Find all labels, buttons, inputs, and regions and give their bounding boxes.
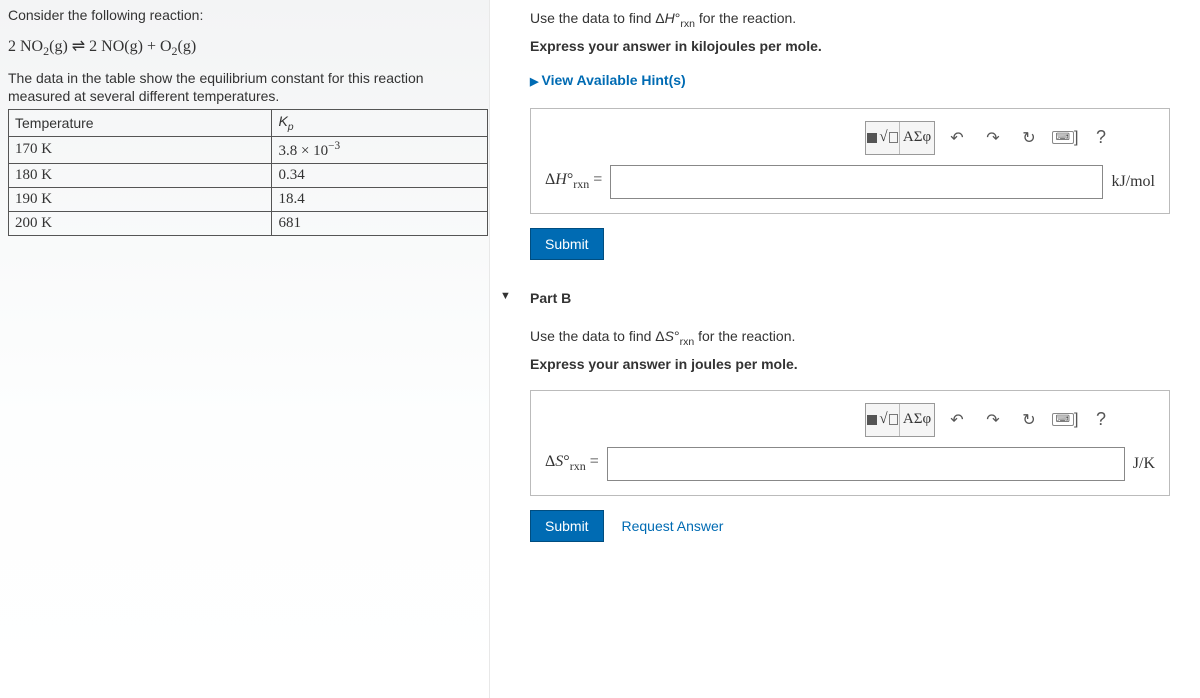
delta-s-input[interactable] bbox=[607, 447, 1125, 481]
table-row: 200 K681 bbox=[9, 211, 488, 235]
part-a-content: Use the data to find ΔH°rxn for the reac… bbox=[500, 0, 1190, 280]
collapse-icon[interactable]: ▼ bbox=[500, 290, 511, 302]
table-header-temperature: Temperature bbox=[9, 110, 272, 137]
answer-label-ds: ΔS°rxn = bbox=[545, 453, 599, 474]
redo-icon[interactable]: ↷ bbox=[979, 124, 1007, 152]
part-b-header[interactable]: ▼ Part B bbox=[500, 280, 1190, 310]
part-a-answer-box: √ ΑΣφ ↶ ↷ ↻ ⌨ ] ? ΔH°rxn = kJ/mol bbox=[530, 108, 1170, 214]
answer-input-row-b: ΔS°rxn = J/K bbox=[545, 447, 1155, 481]
part-b-content: Use the data to find ΔS°rxn for the reac… bbox=[500, 310, 1190, 562]
table-row: 180 K0.34 bbox=[9, 163, 488, 187]
answer-panel: Use the data to find ΔH°rxn for the reac… bbox=[490, 0, 1200, 698]
templates-button[interactable]: √ bbox=[866, 122, 900, 154]
table-header-kp: Kp bbox=[272, 110, 488, 137]
part-b-instruction-2: Express your answer in joules per mole. bbox=[530, 356, 1170, 372]
formula-toolbar: √ ΑΣφ ↶ ↷ ↻ ⌨ ] ? bbox=[545, 121, 1115, 155]
reaction-equation: 2 NO2(g) ⇌ 2 NO(g) + O2(g) bbox=[8, 36, 481, 59]
answer-label-dh: ΔH°rxn = bbox=[545, 171, 602, 192]
undo-icon[interactable]: ↶ bbox=[943, 124, 971, 152]
reset-icon[interactable]: ↻ bbox=[1015, 124, 1043, 152]
templates-button-b[interactable]: √ bbox=[866, 404, 900, 436]
formula-toolbar-b: √ ΑΣφ ↶ ↷ ↻ ⌨ ] ? bbox=[545, 403, 1115, 437]
part-b-instruction-1: Use the data to find ΔS°rxn for the reac… bbox=[530, 328, 1170, 348]
part-b-answer-box: √ ΑΣφ ↶ ↷ ↻ ⌨ ] ? ΔS°rxn = J/K bbox=[530, 390, 1170, 496]
unit-kj-mol: kJ/mol bbox=[1111, 173, 1155, 191]
keyboard-icon-b[interactable]: ⌨ ] bbox=[1051, 406, 1079, 434]
help-icon-b[interactable]: ? bbox=[1087, 406, 1115, 434]
part-a-instruction-2: Express your answer in kilojoules per mo… bbox=[530, 38, 1170, 54]
prompt-text: Consider the following reaction: bbox=[8, 6, 481, 26]
part-b-title: Part B bbox=[530, 290, 571, 306]
part-a-instruction-1: Use the data to find ΔH°rxn for the reac… bbox=[530, 10, 1170, 30]
submit-button-b[interactable]: Submit bbox=[530, 510, 604, 542]
delta-h-input[interactable] bbox=[610, 165, 1103, 199]
request-answer-link[interactable]: Request Answer bbox=[621, 518, 723, 534]
equilibrium-data-table: Temperature Kp 170 K3.8 × 10−3 180 K0.34… bbox=[8, 109, 488, 236]
view-hints-link[interactable]: View Available Hint(s) bbox=[530, 72, 686, 88]
question-panel: Consider the following reaction: 2 NO2(g… bbox=[0, 0, 490, 698]
format-button-group-b: √ ΑΣφ bbox=[865, 403, 935, 437]
table-row: 190 K18.4 bbox=[9, 187, 488, 211]
unit-j-k: J/K bbox=[1133, 455, 1155, 473]
reset-icon-b[interactable]: ↻ bbox=[1015, 406, 1043, 434]
help-icon[interactable]: ? bbox=[1087, 124, 1115, 152]
undo-icon-b[interactable]: ↶ bbox=[943, 406, 971, 434]
redo-icon-b[interactable]: ↷ bbox=[979, 406, 1007, 434]
submit-button-a[interactable]: Submit bbox=[530, 228, 604, 260]
table-description: The data in the table show the equilibri… bbox=[8, 69, 481, 105]
format-button-group: √ ΑΣφ bbox=[865, 121, 935, 155]
greek-symbols-button[interactable]: ΑΣφ bbox=[900, 122, 934, 154]
greek-symbols-button-b[interactable]: ΑΣφ bbox=[900, 404, 934, 436]
answer-input-row: ΔH°rxn = kJ/mol bbox=[545, 165, 1155, 199]
table-row: 170 K3.8 × 10−3 bbox=[9, 136, 488, 163]
keyboard-icon[interactable]: ⌨ ] bbox=[1051, 124, 1079, 152]
